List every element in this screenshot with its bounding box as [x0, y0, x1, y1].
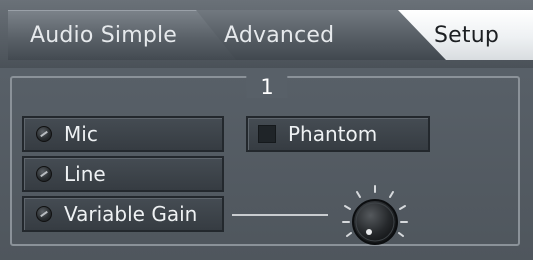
checkbox-square-icon	[258, 125, 276, 143]
tab-advanced-label: Advanced	[224, 22, 335, 48]
phantom-label: Phantom	[288, 122, 378, 146]
setup-window: Audio Simple Advanced Setup 1 Mic Line V…	[0, 0, 533, 260]
line-radio-button[interactable]: Line	[22, 156, 224, 192]
led-icon	[36, 126, 52, 142]
led-icon	[36, 206, 52, 222]
knob-connector-line	[232, 214, 328, 216]
variable-gain-radio-button[interactable]: Variable Gain	[22, 196, 224, 232]
tab-setup-label: Setup	[434, 22, 500, 48]
tab-audio-simple-label: Audio Simple	[30, 23, 178, 48]
led-icon	[36, 166, 52, 182]
setup-panel: 1 Mic Line Variable Gain Phantom	[0, 68, 533, 260]
mic-radio-button[interactable]: Mic	[22, 116, 224, 152]
gain-knob-icon	[342, 185, 408, 245]
group-title: 1	[246, 76, 288, 98]
line-label: Line	[64, 162, 106, 186]
gain-knob[interactable]	[333, 182, 417, 252]
mic-label: Mic	[64, 122, 98, 146]
tab-bar: Audio Simple Advanced Setup	[0, 0, 533, 68]
phantom-toggle-button[interactable]: Phantom	[246, 116, 430, 152]
variable-gain-label: Variable Gain	[64, 202, 198, 226]
